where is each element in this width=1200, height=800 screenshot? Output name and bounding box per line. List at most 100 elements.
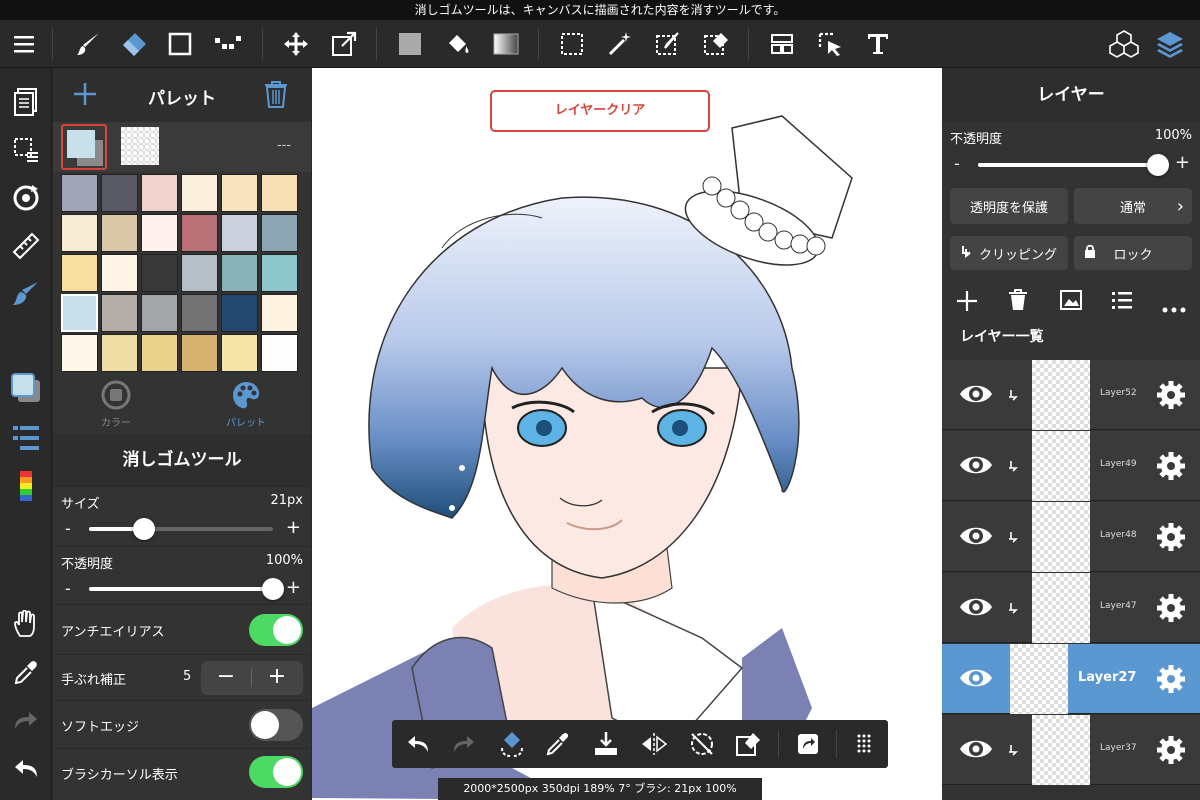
layer-row[interactable]: Layer47 <box>942 573 1200 643</box>
layer-row[interactable]: Layer52 <box>942 360 1200 430</box>
eyedropper-icon[interactable] <box>6 652 46 692</box>
color-swatch-icon[interactable] <box>6 368 46 408</box>
size-plus[interactable]: + <box>286 517 301 538</box>
more-icon[interactable] <box>1162 298 1186 317</box>
share-icon[interactable] <box>792 728 824 760</box>
layers-icon[interactable] <box>1152 26 1188 62</box>
blend-mode-button[interactable]: 通常 › <box>1074 188 1192 224</box>
opacity-plus[interactable]: + <box>286 577 301 598</box>
frame-icon[interactable] <box>764 26 800 62</box>
tab-color[interactable]: カラー <box>83 380 149 429</box>
palette-swatch[interactable] <box>61 334 98 372</box>
transform-icon[interactable] <box>326 26 362 62</box>
ruler-icon[interactable] <box>6 226 46 266</box>
layer-opacity-plus[interactable]: + <box>1175 152 1190 173</box>
layer-list-icon[interactable] <box>6 418 46 458</box>
palette-swatch[interactable] <box>141 214 178 252</box>
layer-settings-gear-icon[interactable] <box>1156 593 1186 627</box>
palette-swatch[interactable] <box>141 294 178 332</box>
undo-icon[interactable] <box>6 748 46 788</box>
palette-swatch[interactable] <box>61 174 98 212</box>
layer-row[interactable]: Layer49 <box>942 431 1200 501</box>
clipping-button[interactable]: クリッピング <box>950 236 1068 270</box>
layer-list-menu-icon[interactable] <box>1112 291 1132 313</box>
palette-swatch[interactable] <box>61 294 98 332</box>
opacity-slider-knob[interactable] <box>262 578 284 600</box>
rotate-reset-icon[interactable] <box>686 728 718 760</box>
clear-layer-button[interactable]: レイヤークリア <box>490 90 710 132</box>
delete-layer-icon[interactable] <box>1008 289 1028 315</box>
text-icon[interactable] <box>860 26 896 62</box>
antialias-toggle[interactable] <box>249 614 303 646</box>
dropper-button-icon[interactable] <box>542 728 574 760</box>
layer-row[interactable]: Layer27 <box>942 644 1200 714</box>
brush-effect-icon[interactable] <box>6 274 46 314</box>
palette-swatch[interactable] <box>221 334 258 372</box>
opacity-minus[interactable]: - <box>65 579 71 598</box>
operation-icon[interactable] <box>812 26 848 62</box>
visibility-eye-icon[interactable] <box>958 593 994 625</box>
palette-swatch[interactable] <box>181 254 218 292</box>
select-rect-icon[interactable] <box>554 26 590 62</box>
redo-button-icon[interactable] <box>448 728 480 760</box>
palette-swatch[interactable] <box>141 174 178 212</box>
visibility-eye-icon[interactable] <box>958 522 994 554</box>
brush-icon[interactable] <box>70 26 106 62</box>
layer-settings-gear-icon[interactable] <box>1156 522 1186 556</box>
dot-icon[interactable] <box>210 26 246 62</box>
layer-settings-gear-icon[interactable] <box>1156 664 1186 698</box>
magic-wand-icon[interactable] <box>602 26 638 62</box>
layer-settings-gear-icon[interactable] <box>1156 735 1186 769</box>
palette-swatch[interactable] <box>101 294 138 332</box>
move-icon[interactable] <box>278 26 314 62</box>
flip-icon[interactable] <box>638 728 670 760</box>
bucket-icon[interactable] <box>440 26 476 62</box>
palette-swatch[interactable] <box>261 334 298 372</box>
menu-icon[interactable] <box>6 26 42 62</box>
color-bar-icon[interactable] <box>6 466 46 506</box>
hand-icon[interactable] <box>6 604 46 644</box>
trash-icon[interactable] <box>263 80 289 112</box>
palette-swatch[interactable] <box>181 174 218 212</box>
layer-settings-gear-icon[interactable] <box>1156 380 1186 414</box>
layer-row[interactable]: Layer37 <box>942 715 1200 785</box>
selection-clear-icon[interactable] <box>732 728 764 760</box>
fill-color-icon[interactable] <box>392 26 428 62</box>
layer-opacity-knob[interactable] <box>1147 154 1169 176</box>
stabilizer-plus[interactable]: + <box>252 661 302 695</box>
palette-swatch[interactable] <box>221 294 258 332</box>
visibility-eye-icon[interactable] <box>958 664 994 696</box>
stabilizer-minus[interactable]: − <box>201 661 251 695</box>
palette-swatch[interactable] <box>221 214 258 252</box>
select-eraser-icon[interactable] <box>698 26 734 62</box>
cursor-toggle[interactable] <box>249 756 303 788</box>
palette-swatch[interactable] <box>261 294 298 332</box>
rectangle-icon[interactable] <box>162 26 198 62</box>
palette-swatch[interactable] <box>181 294 218 332</box>
layer-opacity-minus[interactable]: - <box>954 154 960 173</box>
visibility-eye-icon[interactable] <box>958 451 994 483</box>
gradient-icon[interactable] <box>488 26 524 62</box>
layer-row[interactable]: Layer48 <box>942 502 1200 572</box>
size-minus[interactable]: - <box>65 519 71 538</box>
transparent-color-swatch[interactable] <box>121 127 159 165</box>
redo-icon[interactable] <box>6 700 46 740</box>
selection-layer-icon[interactable] <box>6 130 46 170</box>
tab-palette[interactable]: パレット <box>213 380 279 429</box>
palette-swatch[interactable] <box>181 334 218 372</box>
image-layer-icon[interactable] <box>1060 290 1082 314</box>
palette-swatch[interactable] <box>141 254 178 292</box>
current-color-swatch[interactable] <box>61 124 107 170</box>
lock-button[interactable]: ロック <box>1074 236 1192 270</box>
palette-swatch[interactable] <box>141 334 178 372</box>
palette-swatch[interactable] <box>261 254 298 292</box>
eraser-swap-icon[interactable] <box>496 728 528 760</box>
palette-swatch[interactable] <box>221 174 258 212</box>
palette-swatch[interactable] <box>181 214 218 252</box>
palette-swatch[interactable] <box>101 334 138 372</box>
undo-button-icon[interactable] <box>402 728 434 760</box>
palette-swatch[interactable] <box>101 214 138 252</box>
pages-icon[interactable] <box>6 82 46 122</box>
palette-swatch[interactable] <box>61 254 98 292</box>
import-icon[interactable] <box>590 728 622 760</box>
